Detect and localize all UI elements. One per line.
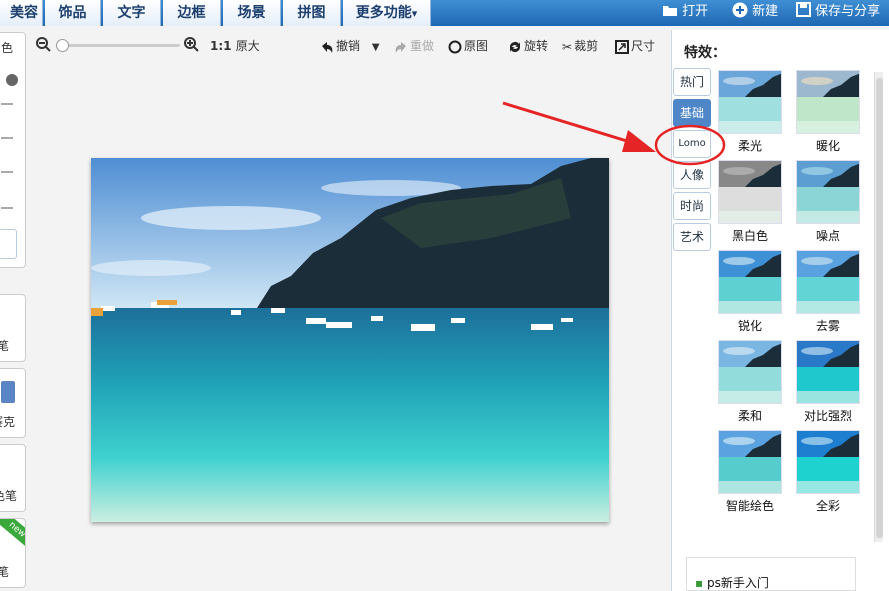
annotation-arrow-line	[502, 101, 641, 147]
annotation-arrow-head	[622, 130, 656, 152]
annotation-overlay	[502, 101, 726, 166]
annotation-circle	[654, 124, 726, 166]
